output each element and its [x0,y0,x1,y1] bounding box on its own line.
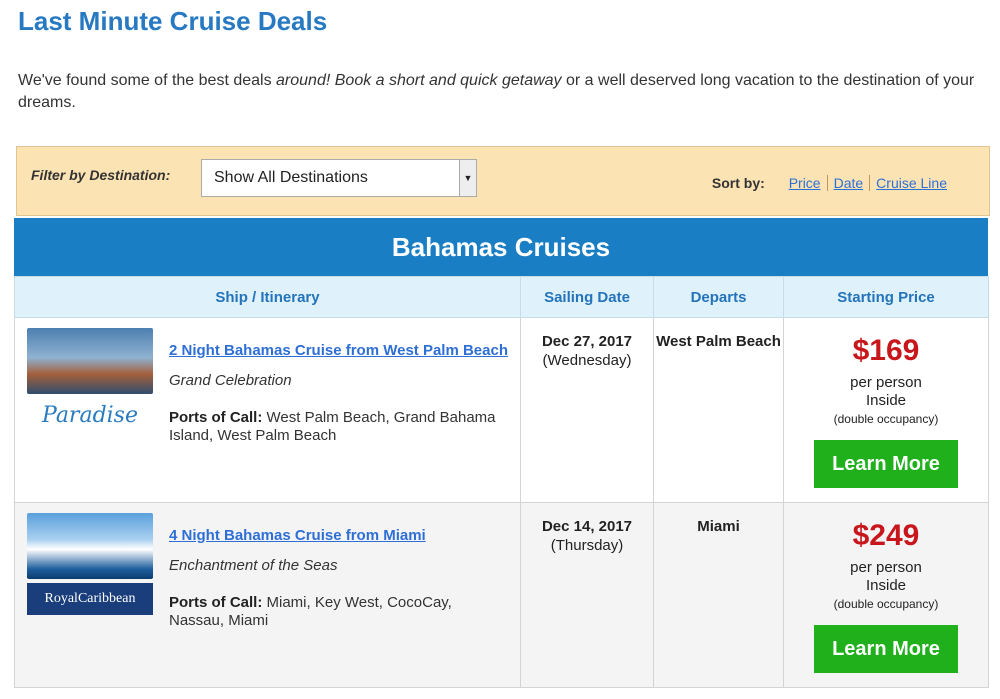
cruise-line-logo: Paradise [42,403,138,428]
cabin-type: Inside [865,577,907,594]
sailing-date-cell: Dec 14, 2017 (Thursday) [520,502,654,688]
sort-cruise-line-link[interactable]: Cruise Line [869,175,953,191]
price-amount: $169 [852,334,920,367]
cruise-table: Ship / Itinerary Sailing Date Departs St… [14,276,989,688]
ship-photo[interactable] [27,513,153,579]
departs-cell: Miami [653,502,784,688]
ship-info: 2 Night Bahamas Cruise from West Palm Be… [169,342,510,445]
destination-select-value: Show All Destinations [214,169,368,186]
cruise-line-logo: RoyalCaribbean [27,583,153,615]
sort-label: Sort by: [711,175,765,191]
ship-info: 4 Night Bahamas Cruise from Miami Enchan… [169,527,510,630]
header-sailing-date: Sailing Date [520,276,654,318]
ship-name: Grand Celebration [169,372,292,389]
ship-name: Enchantment of the Seas [169,557,338,574]
itinerary-link[interactable]: 2 Night Bahamas Cruise from West Palm Be… [169,342,510,360]
ship-photo[interactable] [27,328,153,394]
price-cell: $249 per person Inside (double occupancy… [783,502,989,688]
ports-of-call: Ports of Call: Miami, Key West, CocoCay,… [169,594,510,630]
table-header-row: Ship / Itinerary Sailing Date Departs St… [14,276,989,318]
itinerary-link[interactable]: 4 Night Bahamas Cruise from Miami [169,527,510,545]
price-per: per person [850,374,922,391]
filter-label: Filter by Destination: [31,167,171,183]
price-per: per person [850,559,922,576]
departs-cell: West Palm Beach [653,317,784,503]
ports-label: Ports of Call: [169,594,263,611]
occupancy-note: (double occupancy) [833,597,939,611]
header-ship-itinerary: Ship / Itinerary [14,276,521,318]
ship-cell: Paradise 2 Night Bahamas Cruise from Wes… [14,317,521,503]
occupancy-note: (double occupancy) [833,412,939,426]
intro-text: We've found some of the best deals aroun… [18,70,988,114]
intro-part-1: We've found some of the best deals [18,72,277,89]
learn-more-button[interactable]: Learn More [814,625,958,673]
sailing-date: Dec 14, 2017 [541,518,633,535]
table-row: RoyalCaribbean 4 Night Bahamas Cruise fr… [14,502,989,688]
destination-select[interactable]: Show All Destinations ▼ [201,159,477,197]
sort-date-link[interactable]: Date [826,175,870,191]
price-cell: $169 per person Inside (double occupancy… [783,317,989,503]
header-starting-price: Starting Price [783,276,989,318]
table-row: Paradise 2 Night Bahamas Cruise from Wes… [14,317,989,503]
ship-thumbnail[interactable]: Paradise [27,328,153,434]
ports-label: Ports of Call: [169,409,263,426]
section-banner: Bahamas Cruises [14,218,988,276]
ship-cell: RoyalCaribbean 4 Night Bahamas Cruise fr… [14,502,521,688]
sailing-date: Dec 27, 2017 [541,333,633,350]
departure-port: West Palm Beach [656,333,781,350]
sailing-day: (Wednesday) [542,352,632,369]
chevron-down-icon[interactable]: ▼ [459,160,476,196]
intro-part-2: around! Book a short and quick getaway [276,72,562,89]
sailing-day: (Thursday) [550,537,624,554]
page-title: Last Minute Cruise Deals [18,6,328,36]
filter-bar: Filter by Destination: Show All Destinat… [16,146,990,216]
learn-more-button[interactable]: Learn More [814,440,958,488]
sort-price-link[interactable]: Price [783,175,827,191]
ports-of-call: Ports of Call: West Palm Beach, Grand Ba… [169,409,510,445]
departure-port: Miami [697,518,740,535]
sailing-date-cell: Dec 27, 2017 (Wednesday) [520,317,654,503]
price-amount: $249 [852,519,920,552]
header-departs: Departs [653,276,784,318]
sort-controls: Sort by: Price Date Cruise Line [712,175,953,191]
ship-thumbnail[interactable]: RoyalCaribbean [27,513,153,615]
cabin-type: Inside [865,392,907,409]
